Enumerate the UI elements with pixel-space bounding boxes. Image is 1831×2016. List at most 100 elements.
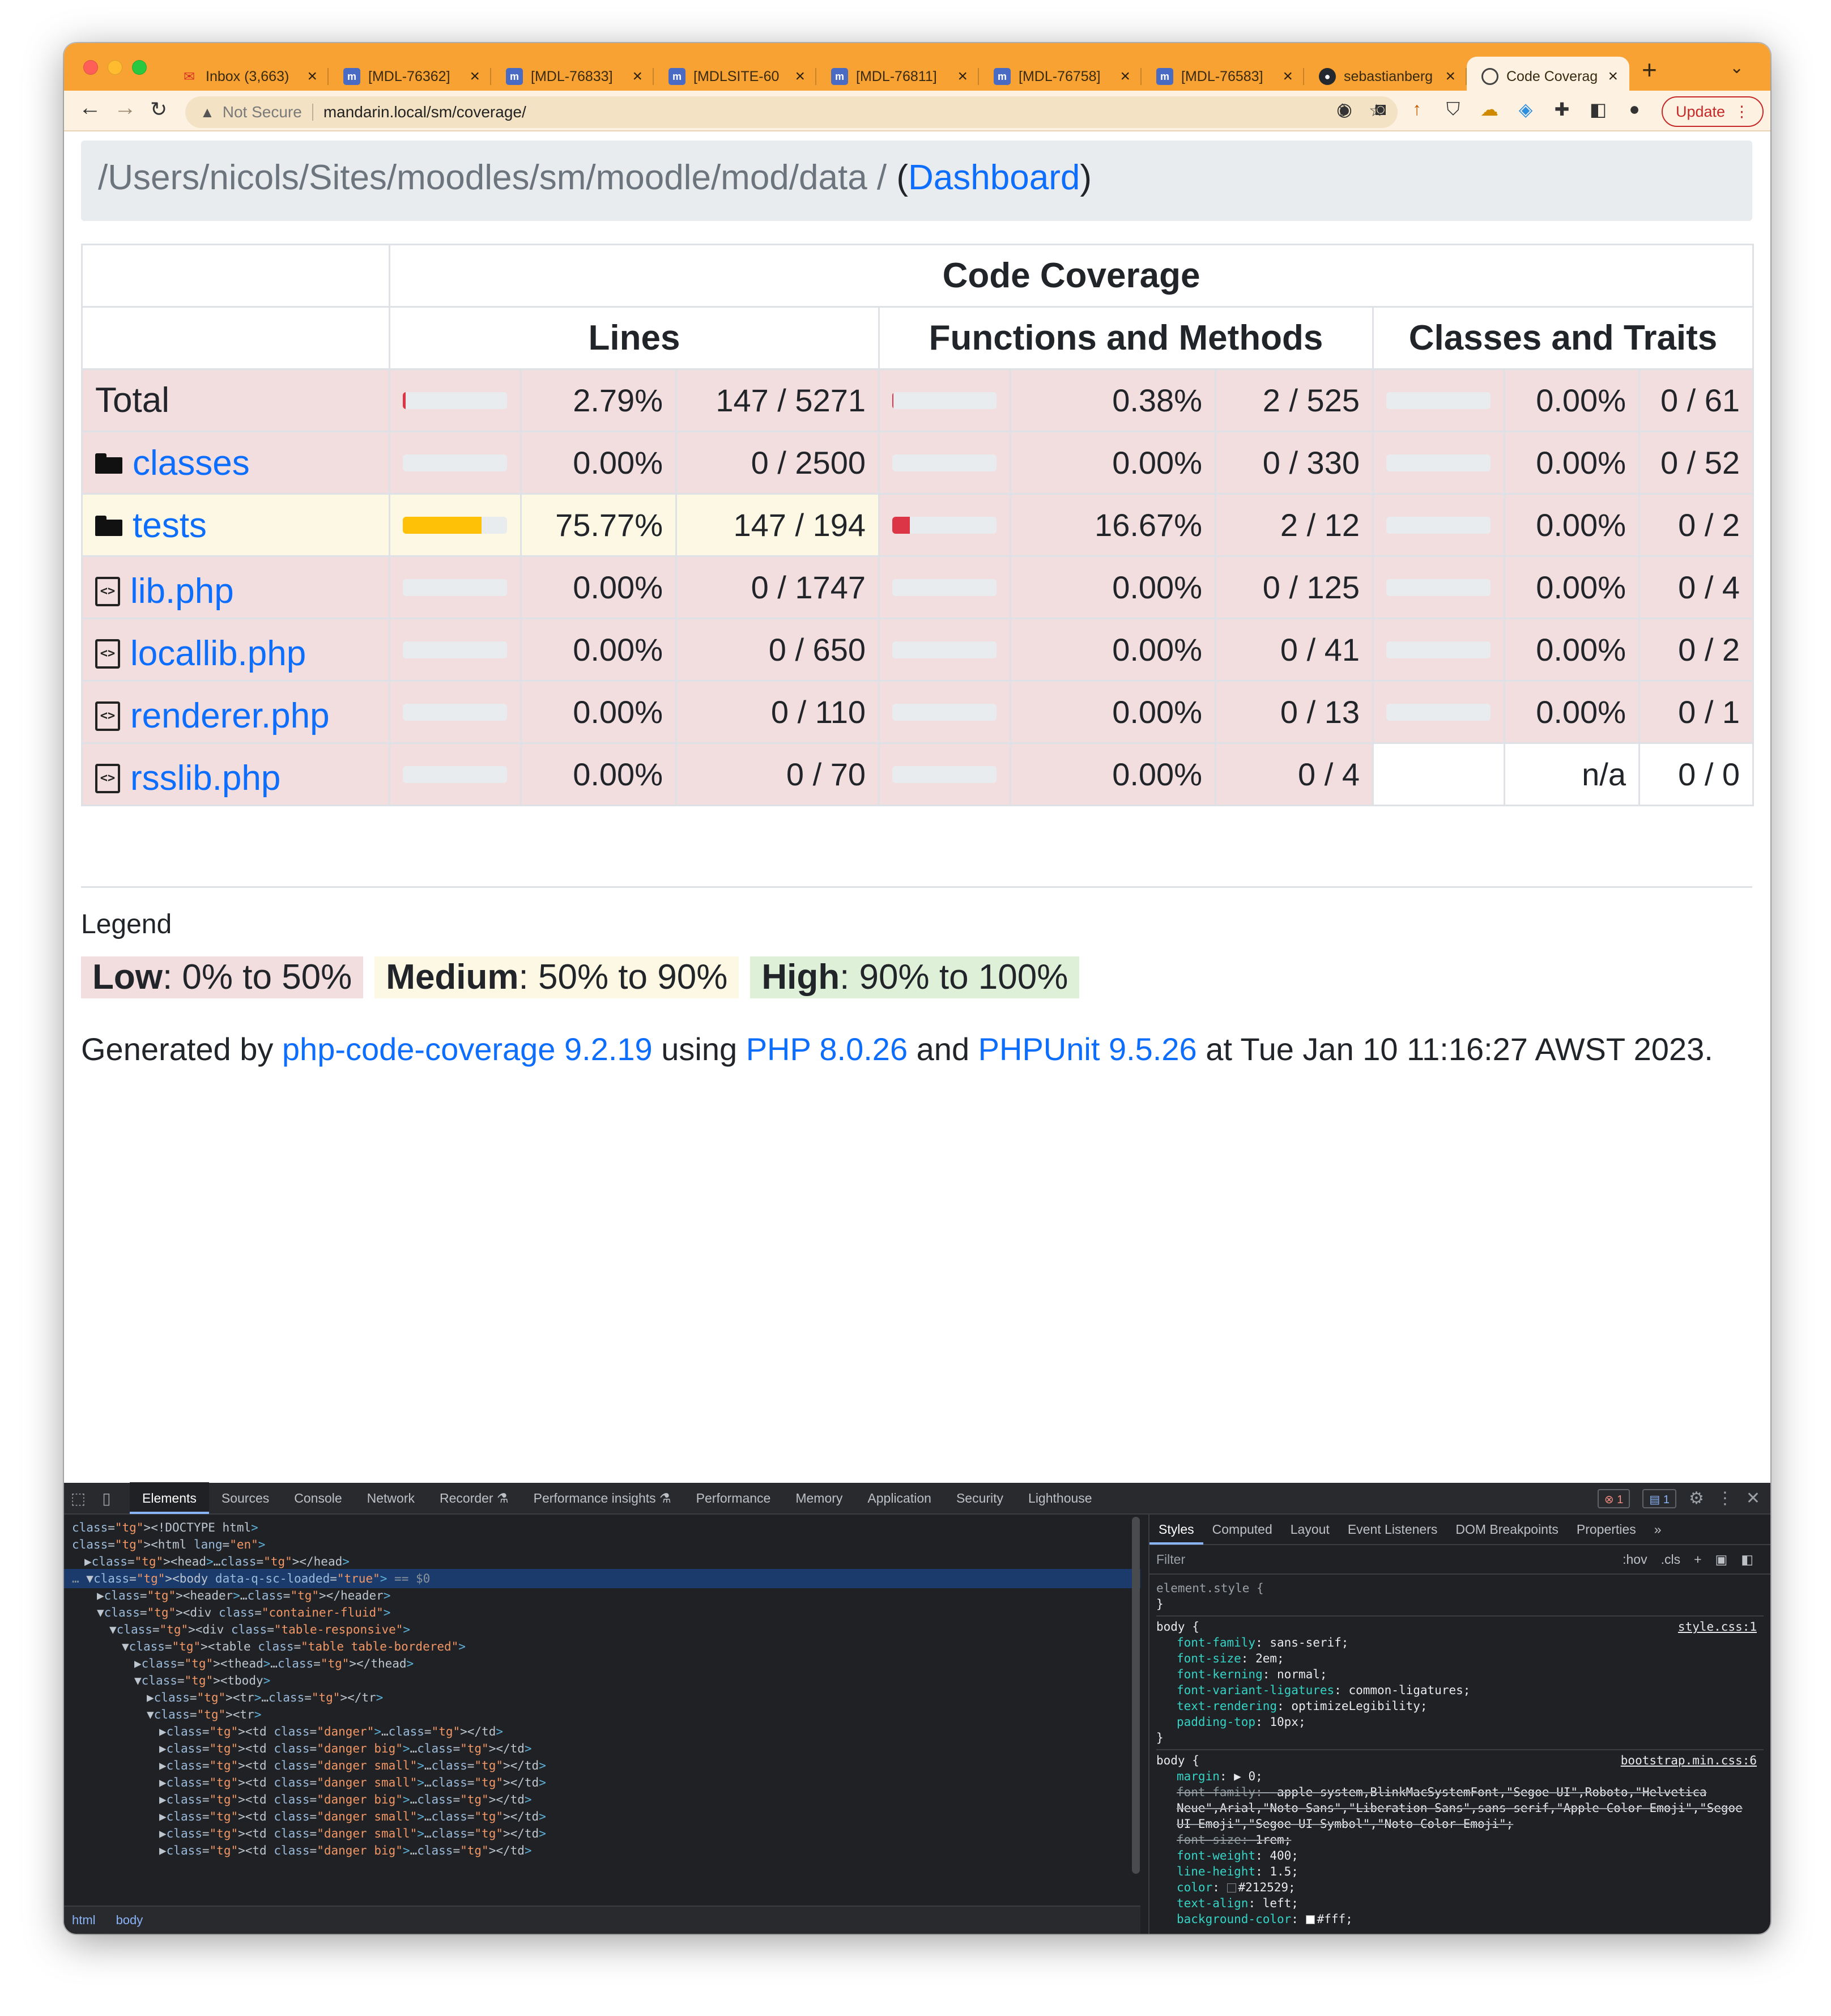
dom-node-line[interactable]: ▶class="tg"><td class="danger big">…clas… [64, 1841, 1140, 1860]
styles-subtab[interactable]: Layout [1281, 1514, 1339, 1545]
devtools-tab[interactable]: Network [355, 1482, 427, 1514]
styles-subtab[interactable]: » [1645, 1514, 1671, 1545]
back-button[interactable]: ← [79, 95, 101, 121]
dom-breadcrumb-item[interactable]: html [72, 1913, 96, 1927]
file-link[interactable]: locallib.php [130, 633, 306, 674]
folder-link[interactable]: classes [133, 443, 250, 483]
close-tab-icon[interactable]: × [470, 67, 480, 86]
close-devtools-icon[interactable]: ✕ [1746, 1488, 1760, 1508]
styles-subtab[interactable]: Event Listeners [1339, 1514, 1447, 1545]
styles-subtab[interactable]: DOM Breakpoints [1446, 1514, 1568, 1545]
dom-node-line[interactable]: ▶class="tg"><head>…class="tg"></head> [64, 1552, 1140, 1571]
css-property[interactable]: font-variant-ligatures: common-ligatures… [1156, 1682, 1764, 1698]
styles-subtab[interactable]: Styles [1149, 1514, 1203, 1545]
devtools-tab[interactable]: Performance [684, 1482, 784, 1514]
file-link[interactable]: lib.php [130, 571, 234, 611]
php-code-coverage-link[interactable]: php-code-coverage 9.2.19 [282, 1031, 653, 1067]
css-property[interactable]: padding-top: 10px; [1156, 1714, 1764, 1730]
dom-node-line[interactable]: class="tg"><html lang="en"> [64, 1535, 1140, 1554]
cloud-extension-icon[interactable]: ☁ [1480, 99, 1499, 120]
close-window-button[interactable] [83, 60, 98, 75]
css-property[interactable]: font-family: sans-serif; [1156, 1635, 1764, 1651]
eye-extension-icon[interactable]: ◉ [1335, 99, 1354, 120]
forward-button[interactable]: → [114, 95, 137, 121]
dom-node-line[interactable]: ▶class="tg"><td class="danger">…class="t… [64, 1722, 1140, 1741]
close-tab-icon[interactable]: × [795, 67, 805, 86]
dom-node-line[interactable]: ▶class="tg"><td class="danger small">…cl… [64, 1756, 1140, 1775]
dom-node-line[interactable]: ▶class="tg"><thead>…class="tg"></thead> [64, 1654, 1140, 1673]
dom-node-line[interactable]: ▼class="tg"><div class="container-fluid"… [64, 1603, 1140, 1622]
side-panel-icon[interactable]: ◧ [1589, 99, 1608, 120]
devtools-tab[interactable]: Elements [130, 1482, 209, 1514]
devtools-tab[interactable]: Security [944, 1482, 1016, 1514]
devtools-tab[interactable]: Lighthouse [1016, 1482, 1105, 1514]
styles-subtab[interactable]: Computed [1203, 1514, 1281, 1545]
message-count-badge[interactable]: ▤ 1 [1642, 1488, 1676, 1508]
dom-tree-scrollbar[interactable] [1132, 1517, 1140, 1874]
dom-node-line[interactable]: ▶class="tg"><td class="danger big">…clas… [64, 1739, 1140, 1758]
devtools-tab[interactable]: Sources [209, 1482, 282, 1514]
url-text[interactable]: mandarin.local/sm/coverage/ [323, 103, 526, 121]
phpunit-link[interactable]: PHPUnit 9.5.26 [978, 1031, 1197, 1067]
folder-link[interactable]: tests [133, 505, 207, 546]
color-swatch[interactable] [1305, 1915, 1315, 1924]
css-property[interactable]: font-kerning: normal; [1156, 1666, 1764, 1682]
file-link[interactable]: renderer.php [130, 696, 330, 736]
css-property[interactable]: margin: ▶ 0; [1156, 1768, 1764, 1784]
close-tab-icon[interactable]: × [1608, 67, 1618, 86]
dom-node-line[interactable]: ▶class="tg"><td class="danger small">…cl… [64, 1824, 1140, 1843]
close-tab-icon[interactable]: × [307, 67, 317, 86]
color-swatch[interactable] [1227, 1883, 1236, 1892]
css-property[interactable]: font-size: 1rem; [1156, 1832, 1764, 1848]
dom-node-line[interactable]: ▼class="tg"><div class="table-responsive… [64, 1620, 1140, 1639]
compass-extension-icon[interactable]: ◈ [1516, 99, 1535, 120]
styles-filter[interactable]: Filter :hov .cls + ▣ ◧ [1149, 1545, 1770, 1575]
close-tab-icon[interactable]: × [632, 67, 642, 86]
file-link[interactable]: rsslib.php [130, 758, 280, 798]
close-tab-icon[interactable]: × [957, 67, 968, 86]
cls-toggle[interactable]: .cls [1661, 1552, 1681, 1567]
dom-node-line[interactable]: ▶class="tg"><header>…class="tg"></header… [64, 1586, 1140, 1605]
more-options-icon[interactable]: ⋮ [1717, 1488, 1734, 1508]
css-property[interactable]: color: #212529; [1156, 1879, 1764, 1895]
error-count-badge[interactable]: ⊗ 1 [1597, 1488, 1630, 1508]
shield-extension-icon[interactable]: ⛉ [1443, 99, 1463, 120]
close-tab-icon[interactable]: × [1445, 67, 1455, 86]
reload-button[interactable]: ↻ [150, 97, 167, 121]
settings-gear-icon[interactable]: ⚙ [1689, 1488, 1704, 1508]
css-property[interactable]: line-height: 1.5; [1156, 1864, 1764, 1879]
style-css-source-link[interactable]: style.css:1 [1678, 1619, 1757, 1635]
inspect-element-icon[interactable]: ⬚ [64, 1489, 92, 1508]
toggle-sidebar-icon[interactable]: ◧ [1741, 1552, 1753, 1567]
arrow-extension-icon[interactable]: ↑ [1407, 99, 1427, 120]
php-link[interactable]: PHP 8.0.26 [746, 1031, 908, 1067]
zoom-window-button[interactable] [132, 60, 147, 75]
css-property[interactable]: font-size: 2em; [1156, 1651, 1764, 1666]
css-property[interactable]: background-color: #fff; [1156, 1911, 1764, 1927]
puzzle-extensions-icon[interactable]: ✚ [1552, 99, 1572, 120]
dom-node-line[interactable]: ▼class="tg"><table class="table table-bo… [64, 1637, 1140, 1656]
profile-avatar[interactable]: ● [1625, 99, 1644, 120]
hov-toggle[interactable]: :hov [1623, 1552, 1647, 1567]
device-toolbar-icon[interactable]: ▯ [92, 1489, 121, 1508]
dom-node-line[interactable]: ▼class="tg"><tbody> [64, 1671, 1140, 1690]
styles-subtab[interactable]: Properties [1568, 1514, 1645, 1545]
devtools-tab[interactable]: Performance insights ⚗ [521, 1482, 684, 1514]
devtools-tab[interactable]: Recorder ⚗ [427, 1482, 521, 1514]
dashboard-link[interactable]: Dashboard [908, 158, 1080, 197]
close-tab-icon[interactable]: × [1120, 67, 1130, 86]
tab-search-chevron-icon[interactable]: ⌄ [1730, 58, 1744, 78]
css-property[interactable]: font-family: -apple-system,BlinkMacSyste… [1156, 1784, 1764, 1832]
dom-node-line[interactable]: ▶class="tg"><tr>…class="tg"></tr> [64, 1688, 1140, 1707]
new-tab-button[interactable]: + [1642, 54, 1657, 85]
add-rule-icon[interactable]: + [1694, 1552, 1701, 1567]
dom-node-line[interactable]: ▶class="tg"><td class="danger small">…cl… [64, 1807, 1140, 1826]
devtools-tab[interactable]: Application [855, 1482, 944, 1514]
incognito-extension-icon[interactable]: ◙ [1371, 99, 1390, 120]
devtools-tab[interactable]: Console [282, 1482, 354, 1514]
minimize-window-button[interactable] [108, 60, 122, 75]
update-button[interactable]: Update ⋮ [1662, 96, 1764, 127]
dom-node-line[interactable]: ▼class="tg"><tr> [64, 1705, 1140, 1724]
dom-node-line[interactable]: ▶class="tg"><td class="danger small">…cl… [64, 1773, 1140, 1792]
dom-breadcrumb-item[interactable]: body [116, 1913, 143, 1927]
